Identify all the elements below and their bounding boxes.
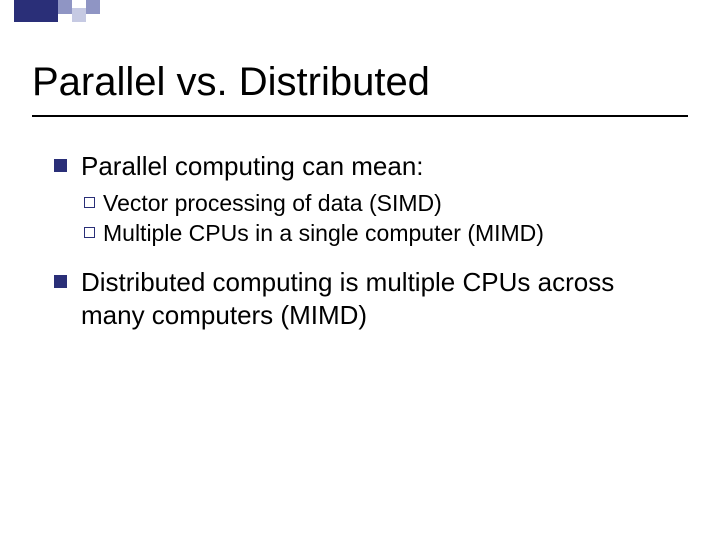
decor-square: [36, 0, 58, 22]
corner-decor: [14, 0, 100, 22]
title-area: Parallel vs. Distributed: [32, 60, 688, 117]
sub-bullets: Vector processing of data (SIMD) Multipl…: [84, 189, 680, 249]
hollow-square-bullet-icon: [84, 227, 95, 238]
decor-square: [58, 0, 72, 14]
decor-square: [86, 0, 100, 14]
slide-body: Parallel computing can mean: Vector proc…: [54, 150, 680, 349]
bullet-row: Distributed computing is multiple CPUs a…: [54, 266, 680, 331]
bullet-text: Distributed computing is multiple CPUs a…: [81, 266, 680, 331]
bullet-level1: Distributed computing is multiple CPUs a…: [54, 266, 680, 331]
sub-bullet-row: Multiple CPUs in a single computer (MIMD…: [84, 219, 680, 248]
decor-square: [14, 0, 36, 22]
hollow-square-bullet-icon: [84, 197, 95, 208]
sub-bullet-text: Vector processing of data (SIMD): [103, 189, 680, 218]
slide-title: Parallel vs. Distributed: [32, 60, 688, 105]
bullet-text: Parallel computing can mean:: [81, 150, 680, 183]
title-underline: [32, 115, 688, 117]
bullet-row: Parallel computing can mean:: [54, 150, 680, 183]
decor-square: [72, 8, 86, 22]
sub-bullet-text: Multiple CPUs in a single computer (MIMD…: [103, 219, 680, 248]
square-bullet-icon: [54, 275, 67, 288]
bullet-level1: Parallel computing can mean: Vector proc…: [54, 150, 680, 248]
sub-bullet-row: Vector processing of data (SIMD): [84, 189, 680, 218]
square-bullet-icon: [54, 159, 67, 172]
slide: Parallel vs. Distributed Parallel comput…: [0, 0, 720, 540]
